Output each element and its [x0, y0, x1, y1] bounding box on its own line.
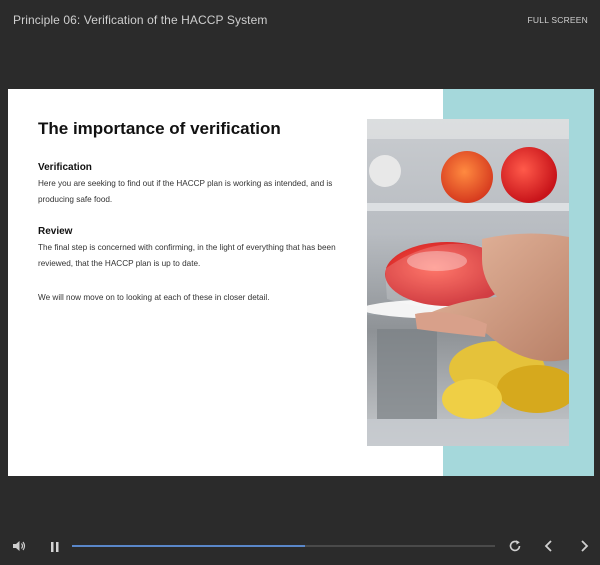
section-verification: Verification Here you are seeking to fin… — [38, 162, 338, 208]
fullscreen-button[interactable]: FULL SCREEN — [528, 15, 588, 25]
section-title: Verification — [38, 162, 92, 173]
slide-canvas: The importance of verification Verificat… — [8, 89, 594, 476]
progress-fill — [72, 545, 305, 547]
fridge-tomato-photo — [367, 119, 569, 446]
chevron-left-icon[interactable] — [543, 539, 555, 558]
player-controls — [0, 528, 600, 565]
section-body: Here you are seeking to find out if the … — [38, 179, 333, 204]
slide-photo — [367, 119, 569, 446]
closing-text: We will now move on to looking at each o… — [38, 293, 270, 302]
section-title: Review — [38, 226, 73, 237]
section-review: Review The final step is concerned with … — [38, 226, 338, 272]
section-closing: We will now move on to looking at each o… — [38, 290, 338, 306]
section-body: The final step is concerned with confirm… — [38, 243, 336, 268]
player-header: Principle 06: Verification of the HACCP … — [0, 0, 600, 40]
slide-heading: The importance of verification — [38, 119, 281, 138]
course-title: Principle 06: Verification of the HACCP … — [13, 13, 268, 27]
chevron-right-icon[interactable] — [578, 539, 590, 558]
progress-bar[interactable] — [72, 545, 495, 547]
pause-icon[interactable] — [50, 540, 60, 558]
replay-icon[interactable] — [508, 539, 522, 558]
volume-icon[interactable] — [12, 539, 26, 558]
